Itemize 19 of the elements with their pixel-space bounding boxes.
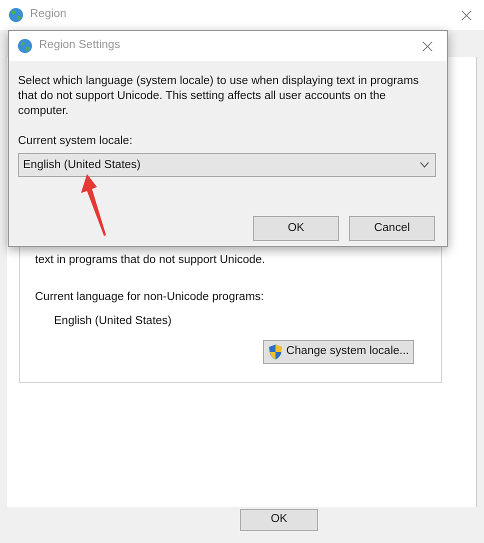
locale-label: Current system locale:	[18, 134, 134, 149]
description-text: text in programs that do not support Unicode.	[35, 253, 266, 268]
dialog-title: Region Settings	[39, 38, 120, 54]
annotation-arrow	[80, 173, 108, 237]
dialog-description: Select which language (system locale) to use when displaying text in programs that do not support Unicode. This setting affects all user accounts on the computer.	[18, 74, 420, 119]
change-system-locale-button[interactable]: Change system locale...	[263, 340, 414, 364]
current-language-label: Current language for non-Unicode programs:	[35, 290, 265, 306]
ok-button[interactable]: OK	[253, 216, 339, 242]
ok-button[interactable]: OK	[240, 509, 318, 531]
close-icon[interactable]	[461, 10, 472, 20]
globe-icon	[17, 38, 33, 54]
globe-icon	[8, 7, 24, 23]
locale-dropdown[interactable]: English (United States)	[18, 153, 436, 178]
window-title: Region	[30, 7, 66, 22]
close-icon[interactable]	[422, 40, 433, 52]
cancel-button[interactable]: Cancel	[349, 216, 435, 242]
shield-icon	[268, 344, 284, 360]
current-language-value: English (United States)	[54, 314, 173, 328]
chevron-down-icon	[420, 162, 429, 168]
